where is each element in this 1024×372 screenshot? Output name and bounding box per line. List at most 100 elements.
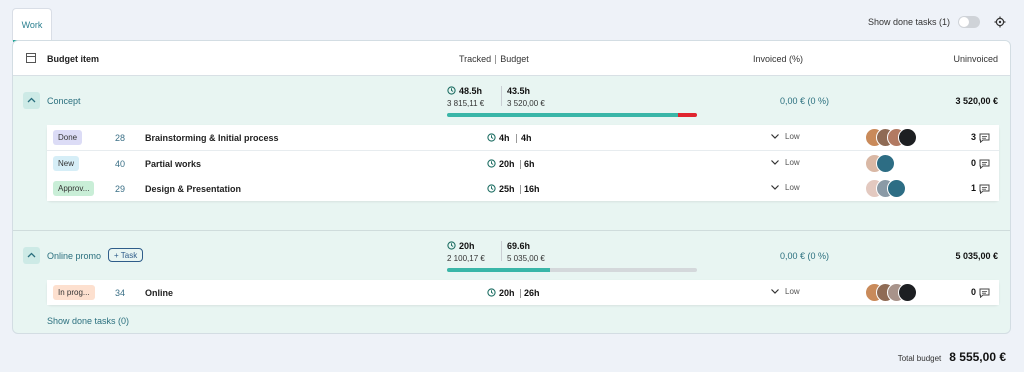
group-tracked-money: 3 815,11 €	[447, 99, 485, 108]
progress-fill	[447, 268, 550, 272]
task-budget: 16h	[524, 184, 540, 194]
header-budget: Budget	[500, 54, 529, 64]
task-id: 40	[115, 159, 126, 169]
task-name[interactable]: Design & Presentation	[145, 184, 241, 194]
total-budget-label: Total budget	[897, 354, 942, 363]
group-budget-money: 3 520,00 €	[507, 99, 545, 108]
priority-label: Low	[785, 183, 800, 192]
show-done-tasks-toggle[interactable]	[958, 16, 980, 28]
priority[interactable]: Low	[771, 132, 800, 141]
clock-icon	[487, 159, 496, 168]
task-row[interactable]: Approv... 29 Design & Presentation 25h 1…	[47, 176, 999, 201]
group-name[interactable]: Concept	[47, 96, 81, 106]
header-tracked-budget: Tracked Budget	[459, 54, 529, 65]
chevron-down-icon	[771, 289, 779, 295]
status-badge[interactable]: Done	[53, 130, 83, 145]
tab-work-label: Work	[21, 20, 43, 30]
chevron-up-icon	[27, 97, 36, 103]
task-name[interactable]: Online	[145, 288, 173, 298]
status-badge[interactable]: In prog...	[53, 285, 95, 300]
add-task-button[interactable]: + Task	[108, 248, 144, 262]
chevron-down-icon	[771, 160, 779, 166]
comment-count: 0	[970, 158, 976, 168]
group-progress-bar	[447, 268, 697, 272]
status-badge[interactable]: Approv...	[53, 181, 95, 196]
task-budget: 26h	[524, 288, 540, 298]
budget-table: Budget item Tracked Budget Invoiced (%) U…	[12, 40, 1011, 334]
task-tracked: 20h	[499, 159, 515, 169]
total-budget-value: 8 555,00 €	[949, 350, 1006, 364]
task-tracked: 20h	[499, 288, 515, 298]
toolbar: Show done tasks (1)	[868, 16, 1006, 28]
group-uninvoiced: 3 520,00 €	[955, 96, 998, 106]
add-task-label: Task	[120, 251, 138, 260]
task-name[interactable]: Brainstorming & Initial process	[145, 133, 279, 143]
header-uninvoiced: Uninvoiced	[953, 54, 998, 64]
table-header: Budget item Tracked Budget Invoiced (%) U…	[13, 41, 1010, 76]
avatar	[876, 154, 895, 173]
group-invoiced: 0,00 € (0 %)	[780, 96, 830, 106]
task-tracked: 4h	[499, 133, 510, 143]
comments[interactable]: 0	[971, 287, 990, 298]
clock-icon	[487, 184, 496, 193]
clock-icon	[487, 288, 496, 297]
task-row[interactable]: Done 28 Brainstorming & Initial process …	[47, 125, 999, 150]
comments[interactable]: 3	[971, 132, 990, 143]
priority[interactable]: Low	[771, 287, 800, 296]
priority-label: Low	[785, 132, 800, 141]
status-badge[interactable]: New	[53, 156, 80, 171]
task-budget: 6h	[524, 159, 535, 169]
priority[interactable]: Low	[771, 158, 800, 167]
comment-icon	[979, 288, 990, 298]
task-budget: 4h	[521, 133, 532, 143]
avatar	[887, 179, 906, 198]
tab-work[interactable]: Work	[12, 8, 52, 42]
task-row[interactable]: New 40 Partial works 20h 6h Low 0	[47, 151, 999, 176]
show-done-tasks-label: Show done tasks (1)	[867, 17, 950, 27]
calendar-icon	[26, 53, 36, 63]
clock-icon	[487, 133, 496, 142]
clock-icon	[447, 86, 456, 95]
task-id: 28	[115, 133, 126, 143]
group-name[interactable]: Online promo	[47, 251, 101, 261]
total-budget: Total budget 8 555,00 €	[898, 350, 1006, 364]
group-progress-bar	[447, 113, 697, 117]
comment-count: 1	[970, 183, 976, 193]
task-row[interactable]: In prog... 34 Online 20h 26h Low 0	[47, 280, 999, 305]
task-name[interactable]: Partial works	[145, 159, 201, 169]
comment-count: 0	[970, 287, 976, 297]
header-tracked: Tracked	[459, 54, 492, 64]
task-list: In prog... 34 Online 20h 26h Low 0	[47, 280, 999, 305]
group-tracked-hours: 20h	[459, 241, 475, 251]
group-tracked-hours: 48.5h	[459, 86, 483, 96]
comment-count: 3	[970, 132, 976, 142]
clock-icon	[447, 241, 456, 250]
chevron-down-icon	[771, 134, 779, 140]
task-id: 34	[115, 288, 126, 298]
chevron-up-icon	[27, 252, 36, 258]
header-invoiced: Invoiced (%)	[753, 54, 804, 64]
progress-overrun	[678, 113, 697, 117]
group-budget-hours: 69.6h	[507, 241, 531, 251]
show-done-tasks-link[interactable]: Show done tasks (0)	[47, 316, 129, 326]
plus-icon: +	[114, 251, 121, 260]
comments[interactable]: 0	[971, 158, 990, 169]
gear-icon[interactable]	[994, 16, 1006, 28]
priority[interactable]: Low	[771, 183, 800, 192]
avatar-more	[898, 283, 917, 302]
comments[interactable]: 1	[971, 183, 990, 194]
comment-icon	[979, 184, 990, 194]
avatar-more	[898, 128, 917, 147]
chevron-down-icon	[771, 185, 779, 191]
priority-label: Low	[785, 287, 800, 296]
comment-icon	[979, 133, 990, 143]
collapse-button[interactable]	[23, 247, 40, 264]
group-tracked-money: 2 100,17 €	[447, 254, 485, 263]
task-tracked: 25h	[499, 184, 515, 194]
progress-fill	[447, 113, 679, 117]
priority-label: Low	[785, 158, 800, 167]
task-list: Done 28 Brainstorming & Initial process …	[47, 125, 999, 201]
group-budget-money: 5 035,00 €	[507, 254, 545, 263]
comment-icon	[979, 159, 990, 169]
collapse-button[interactable]	[23, 92, 40, 109]
